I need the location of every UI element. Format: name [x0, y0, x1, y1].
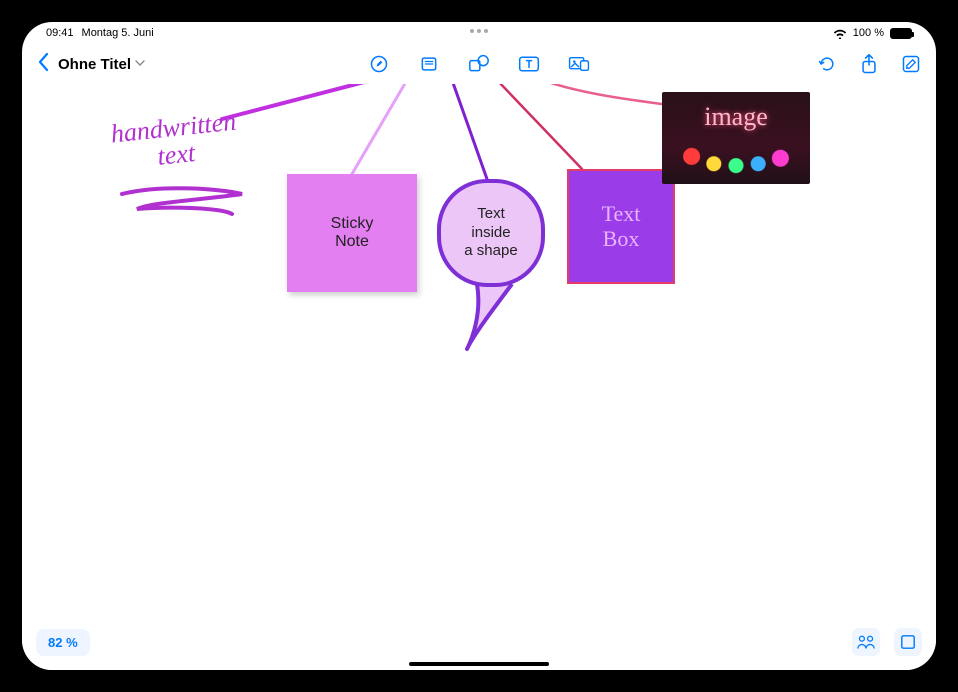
zoom-level-text: 82 %: [48, 635, 78, 650]
freeform-canvas[interactable]: handwritten text Sticky Note Text inside…: [22, 84, 936, 670]
back-button[interactable]: [36, 52, 50, 77]
handwritten-text[interactable]: handwritten text: [109, 108, 240, 175]
shape-tool-button[interactable]: [468, 53, 490, 75]
status-date: Montag 5. Juni: [82, 27, 154, 39]
sticky-note-tool-button[interactable]: [418, 53, 440, 75]
battery-icon: [890, 28, 912, 39]
battery-text: 100 %: [853, 27, 884, 39]
inserted-image[interactable]: image: [662, 92, 810, 184]
sticky-note-text: Sticky Note: [331, 215, 374, 251]
board-title-menu[interactable]: Ohne Titel: [58, 56, 145, 73]
inserted-image-label: image: [704, 102, 768, 132]
undo-button[interactable]: [816, 53, 838, 75]
pen-tool-button[interactable]: [368, 53, 390, 75]
new-board-button[interactable]: [900, 53, 922, 75]
status-time: 09:41: [46, 27, 74, 39]
multitask-handle[interactable]: [470, 29, 488, 33]
speech-bubble-text: Text inside a shape: [464, 205, 517, 261]
text-box[interactable]: Text Box: [567, 169, 675, 284]
navigator-button[interactable]: [894, 628, 922, 656]
wifi-icon: [833, 28, 847, 39]
collaborators-button[interactable]: [852, 628, 880, 656]
media-tool-button[interactable]: [568, 53, 590, 75]
text-box-text: Text Box: [602, 202, 641, 250]
share-button[interactable]: [858, 53, 880, 75]
home-indicator[interactable]: [409, 662, 549, 666]
sticky-note[interactable]: Sticky Note: [287, 174, 417, 292]
status-bar: 09:41 Montag 5. Juni 100 %: [22, 22, 936, 44]
text-box-tool-button[interactable]: [518, 53, 540, 75]
handwritten-text-content: handwritten text: [109, 107, 237, 172]
zoom-level-button[interactable]: 82 %: [36, 629, 90, 656]
speech-bubble-shape[interactable]: Text inside a shape: [437, 179, 545, 287]
app-toolbar: Ohne Titel: [22, 44, 936, 84]
chevron-down-icon: [135, 59, 145, 70]
board-title-text: Ohne Titel: [58, 56, 131, 73]
